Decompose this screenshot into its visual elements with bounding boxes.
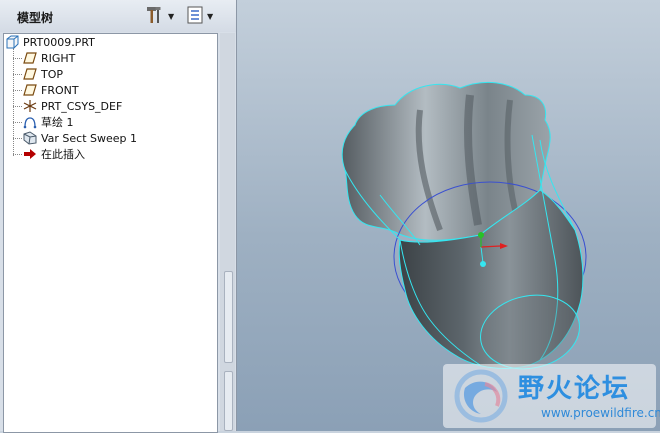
- tree-connector-line: [13, 58, 22, 59]
- datum-plane-icon: [23, 67, 37, 81]
- sweep-feature-icon: [23, 131, 37, 145]
- tree-connector-line: [13, 48, 14, 156]
- watermark-url: www.proewildfire.cn: [541, 406, 660, 420]
- watermark-title: 野火论坛: [518, 374, 631, 404]
- scroll-handle[interactable]: [224, 271, 233, 363]
- datum-plane-icon: [23, 51, 37, 65]
- tree-item-var-sect-sweep[interactable]: Var Sect Sweep 1: [23, 130, 137, 146]
- forum-logo-icon: [451, 368, 513, 429]
- hammer-icon: [145, 6, 165, 27]
- coordinate-system-icon: [23, 99, 37, 113]
- tree-connector-line: [13, 74, 22, 75]
- model-tree-header: 模型树 ▼ ▼: [0, 0, 236, 32]
- tree-item-sketch[interactable]: 草绘 1: [23, 114, 74, 130]
- list-icon: [186, 6, 204, 27]
- tree-item-csys[interactable]: PRT_CSYS_DEF: [23, 98, 122, 114]
- tree-item-front[interactable]: FRONT: [23, 82, 79, 98]
- tree-item-label: PRT_CSYS_DEF: [41, 99, 123, 113]
- tree-connector-line: [13, 138, 22, 139]
- tree-item-right[interactable]: RIGHT: [23, 50, 75, 66]
- tree-item-insert-here[interactable]: 在此插入: [23, 146, 85, 162]
- tree-item-label: 在此插入: [41, 148, 85, 161]
- sketch-icon: [23, 115, 37, 129]
- tree-settings-button[interactable]: ▼: [145, 6, 179, 26]
- tree-item-label: TOP: [41, 67, 64, 81]
- tree-item-label: FRONT: [41, 83, 79, 97]
- tree-connector-line: [13, 90, 22, 91]
- tree-item-top[interactable]: TOP: [23, 66, 63, 82]
- forum-watermark: 野火论坛 www.proewildfire.cn: [443, 364, 660, 429]
- tree-item-label: PRT0009.PRT: [23, 35, 95, 49]
- tree-connector-line: [13, 122, 22, 123]
- tree-item-part[interactable]: PRT0009.PRT: [5, 34, 95, 50]
- panel-splitter[interactable]: [220, 33, 235, 431]
- scroll-handle[interactable]: [224, 371, 233, 431]
- insert-here-arrow-icon: [23, 147, 37, 161]
- model-tree: PRT0009.PRT RIGHT TOP FRONT PRT_CSYS_DEF…: [3, 33, 218, 433]
- tree-item-label: 草绘 1: [41, 116, 74, 129]
- chevron-down-icon: ▼: [168, 11, 175, 21]
- datum-plane-icon: [23, 83, 37, 97]
- chevron-down-icon: ▼: [207, 11, 214, 21]
- model-tree-panel: 模型树 ▼ ▼ PRT0009.PRT RIGHT TOP FRONT PRT_…: [0, 0, 237, 433]
- tree-show-button[interactable]: ▼: [186, 6, 220, 26]
- tree-connector-line: [13, 106, 22, 107]
- tree-item-label: Var Sect Sweep 1: [41, 131, 138, 145]
- tree-connector-line: [13, 154, 22, 155]
- tree-item-label: RIGHT: [41, 51, 76, 65]
- panel-title: 模型树: [17, 11, 54, 25]
- part-icon: [5, 35, 19, 49]
